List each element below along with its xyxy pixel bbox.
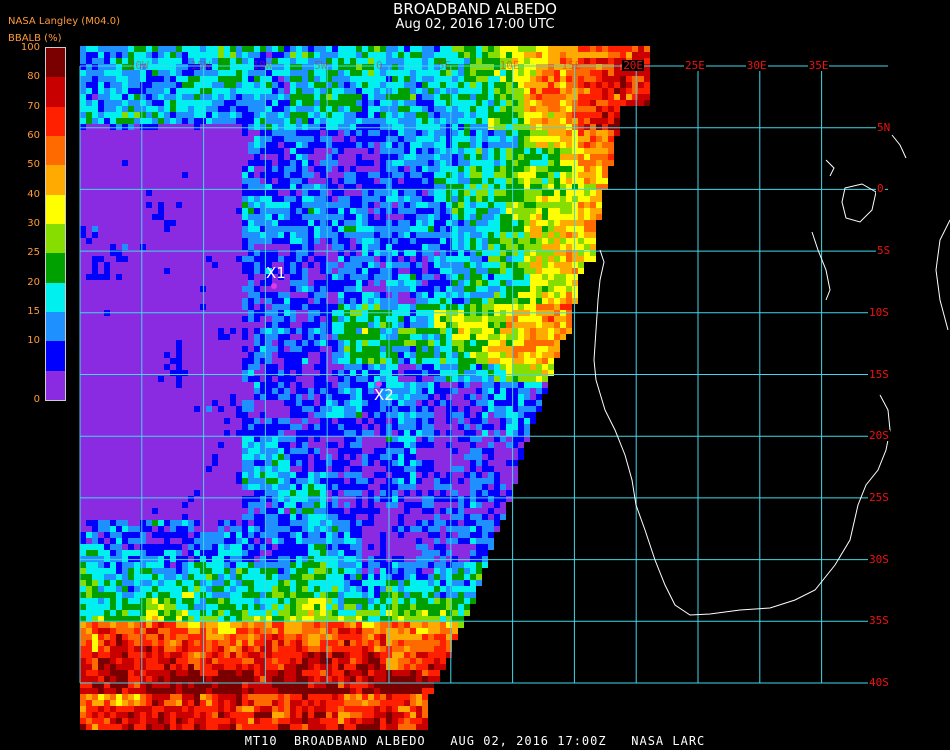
lon-label-faint: 5W <box>314 59 328 72</box>
lon-label: 35E <box>807 59 830 72</box>
lat-label: 0 <box>876 182 885 196</box>
footer-caption: MT10 BROADBAND ALBEDO AUG 02, 2016 17:00… <box>244 734 706 748</box>
lat-label: 10S <box>868 305 890 319</box>
site-marker-label: X1 <box>266 264 286 282</box>
site-marker-dot <box>271 283 277 289</box>
lon-label: 20E <box>622 59 645 72</box>
site-marker-label: X2 <box>374 386 394 404</box>
lon-label-faint: 15W <box>190 59 211 72</box>
albedo-raster <box>80 46 650 730</box>
lon-label-faint: 15E <box>561 59 582 72</box>
site-marker-dot <box>376 381 382 387</box>
lake-tanganyika <box>811 231 831 301</box>
east-coastline <box>935 219 950 331</box>
lake-turkana <box>891 134 907 159</box>
albedo-map-view: { "header": { "title": "BROADBAND ALBEDO… <box>0 0 950 750</box>
lat-label: 5N <box>876 120 892 134</box>
lat-label: 15S <box>868 367 890 381</box>
lon-label: 25E <box>684 59 706 72</box>
lon-label-faint: 10W <box>252 59 273 72</box>
lat-label: 25S <box>868 490 890 504</box>
lake-albert <box>825 159 835 177</box>
lat-label: 40S <box>868 676 890 689</box>
map-canvas <box>79 46 950 730</box>
lat-label: 35S <box>868 614 890 628</box>
lat-label: 30S <box>868 552 890 566</box>
lon-label: 30E <box>745 59 768 72</box>
lon-label-faint: 5E <box>437 59 452 72</box>
lat-label: 5S <box>876 244 892 258</box>
coastline <box>593 249 891 616</box>
lat-label: 20S <box>868 429 890 443</box>
lon-label-faint: 10E <box>499 59 520 72</box>
lon-label-faint: 0 <box>376 59 383 72</box>
lon-label-faint: 20W <box>128 59 149 72</box>
